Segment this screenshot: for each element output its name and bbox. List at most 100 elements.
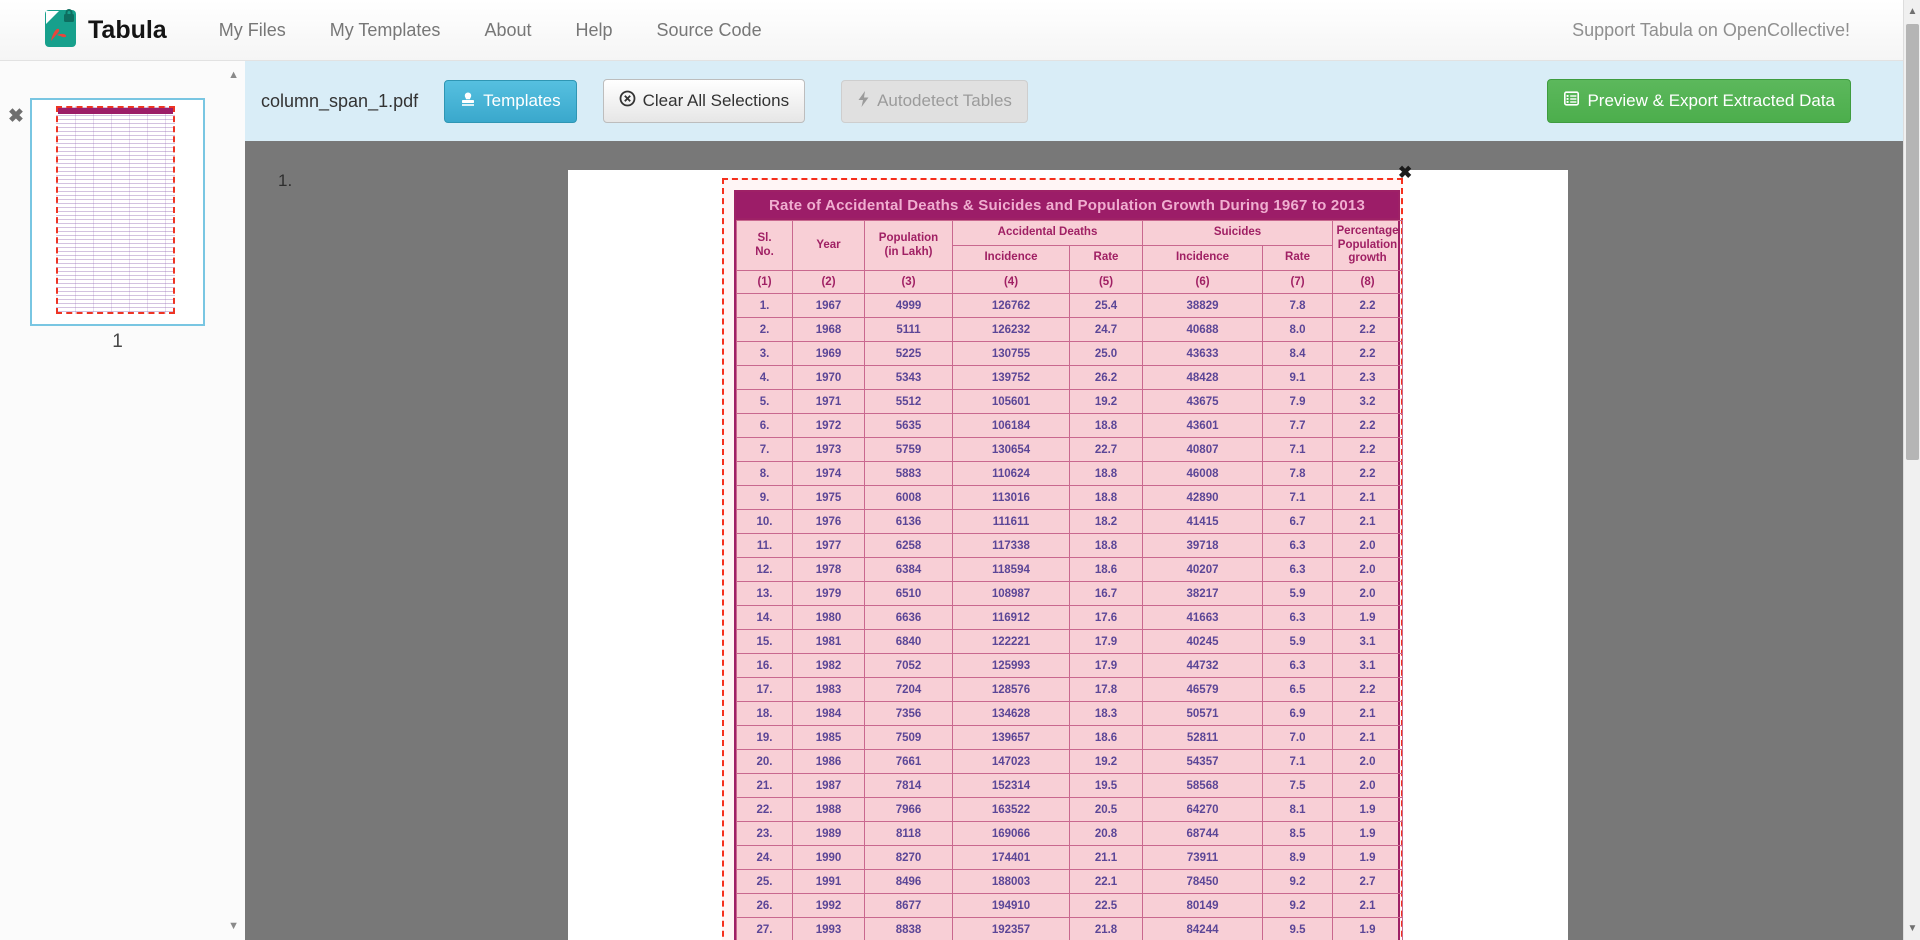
table-row: 8.1974588311062418.8460087.82.2 — [737, 462, 1403, 486]
templates-button-label: Templates — [483, 91, 560, 111]
page-thumbnail[interactable] — [30, 98, 205, 326]
table-cell: 2.3 — [1333, 366, 1403, 390]
column-number-cell: (6) — [1143, 271, 1263, 294]
table-row: 23.1989811816906620.8687448.51.9 — [737, 822, 1403, 846]
table-cell: 19.5 — [1070, 774, 1143, 798]
table-row: 25.1991849618800322.1784509.22.7 — [737, 870, 1403, 894]
window-scrollbar[interactable]: ▲ ▼ — [1903, 0, 1920, 940]
table-row: 16.1982705212599317.9447326.33.1 — [737, 654, 1403, 678]
table-cell: 19.2 — [1070, 390, 1143, 414]
table-cell: 22. — [737, 798, 793, 822]
table-cell: 18.8 — [1070, 486, 1143, 510]
table-cell: 2.1 — [1333, 726, 1403, 750]
scrollbar-up-icon[interactable]: ▲ — [1904, 6, 1920, 17]
lightning-bolt-icon — [857, 91, 870, 112]
table-cell: 3.1 — [1333, 630, 1403, 654]
table-cell: 17.8 — [1070, 678, 1143, 702]
table-cell: 5759 — [865, 438, 953, 462]
table-cell: 125993 — [953, 654, 1070, 678]
table-cell: 8270 — [865, 846, 953, 870]
table-cell: 43633 — [1143, 342, 1263, 366]
table-cell: 7.1 — [1263, 750, 1333, 774]
table-cell: 3. — [737, 342, 793, 366]
table-cell: 8.9 — [1263, 846, 1333, 870]
table-cell: 17.6 — [1070, 606, 1143, 630]
table-cell: 7356 — [865, 702, 953, 726]
table-row: 17.1983720412857617.8465796.52.2 — [737, 678, 1403, 702]
col-header-s-incidence: Incidence — [1143, 246, 1263, 271]
table-row: 15.1981684012222117.9402455.93.1 — [737, 630, 1403, 654]
col-header-percentage-growth: Percentage Population growth — [1333, 221, 1403, 271]
nav-help[interactable]: Help — [553, 20, 634, 41]
table-cell: 17.9 — [1070, 654, 1143, 678]
table-cell: 6136 — [865, 510, 953, 534]
table-cell: 1984 — [793, 702, 865, 726]
tabula-logo[interactable]: Tabula — [44, 8, 167, 53]
table-cell: 7966 — [865, 798, 953, 822]
nav-source-code[interactable]: Source Code — [635, 20, 784, 41]
table-cell: 7661 — [865, 750, 953, 774]
table-cell: 18. — [737, 702, 793, 726]
col-header-sl-no: Sl. No. — [737, 221, 793, 271]
table-cell: 6510 — [865, 582, 953, 606]
table-row: 20.1986766114702319.2543577.12.0 — [737, 750, 1403, 774]
table-row: 14.1980663611691217.6416636.31.9 — [737, 606, 1403, 630]
table-cell: 5343 — [865, 366, 953, 390]
table-cell: 17.9 — [1070, 630, 1143, 654]
table-cell: 4999 — [865, 294, 953, 318]
column-number-cell: (4) — [953, 271, 1070, 294]
templates-button[interactable]: Templates — [444, 80, 576, 123]
table-cell: 2.1 — [1333, 702, 1403, 726]
clear-all-selections-button[interactable]: Clear All Selections — [603, 79, 805, 123]
sidebar-scroll-down-icon[interactable]: ▼ — [228, 920, 239, 932]
table-cell: 7.0 — [1263, 726, 1333, 750]
nav-my-templates[interactable]: My Templates — [308, 20, 463, 41]
pdf-canvas: 1. ✖ Rate of Accidental Deaths & Suicide… — [245, 141, 1903, 940]
table-cell: 2.2 — [1333, 414, 1403, 438]
table-cell: 26.2 — [1070, 366, 1143, 390]
table-cell: 1985 — [793, 726, 865, 750]
table-cell: 13. — [737, 582, 793, 606]
table-cell: 7509 — [865, 726, 953, 750]
table-cell: 39718 — [1143, 534, 1263, 558]
col-header-ad-rate: Rate — [1070, 246, 1143, 271]
autodetect-tables-button[interactable]: Autodetect Tables — [841, 80, 1028, 123]
table-cell: 139657 — [953, 726, 1070, 750]
table-cell: 19. — [737, 726, 793, 750]
table-cell: 5. — [737, 390, 793, 414]
selection-close-icon[interactable]: ✖ — [1398, 163, 1412, 183]
table-cell: 1990 — [793, 846, 865, 870]
table-cell: 7052 — [865, 654, 953, 678]
table-cell: 4. — [737, 366, 793, 390]
table-cell: 18.8 — [1070, 534, 1143, 558]
table-cell: 6008 — [865, 486, 953, 510]
table-cell: 1.9 — [1333, 798, 1403, 822]
table-cell: 1976 — [793, 510, 865, 534]
nav-about[interactable]: About — [462, 20, 553, 41]
table-cell: 42890 — [1143, 486, 1263, 510]
support-link[interactable]: Support Tabula on OpenCollective! — [1572, 20, 1850, 41]
table-row: 18.1984735613462818.3505716.92.1 — [737, 702, 1403, 726]
scrollbar-thumb[interactable] — [1906, 24, 1919, 460]
table-cell: 1.9 — [1333, 918, 1403, 940]
table-cell: 1.9 — [1333, 606, 1403, 630]
remove-page-icon[interactable]: ✖ — [8, 105, 24, 128]
table-cell: 2.2 — [1333, 294, 1403, 318]
pdf-page[interactable]: ✖ Rate of Accidental Deaths & Suicides a… — [568, 170, 1568, 940]
table-cell: 20.5 — [1070, 798, 1143, 822]
preview-export-button[interactable]: Preview & Export Extracted Data — [1547, 79, 1851, 123]
table-cell: 2.2 — [1333, 342, 1403, 366]
table-cell: 24. — [737, 846, 793, 870]
scrollbar-down-icon[interactable]: ▼ — [1904, 923, 1920, 934]
sidebar-scroll-up-icon[interactable]: ▲ — [228, 69, 239, 81]
table-row: 10.1976613611161118.2414156.72.1 — [737, 510, 1403, 534]
table-cell: 9.1 — [1263, 366, 1333, 390]
table-cell: 128576 — [953, 678, 1070, 702]
column-number-cell: (2) — [793, 271, 865, 294]
table-cell: 7.8 — [1263, 294, 1333, 318]
nav-my-files[interactable]: My Files — [197, 20, 308, 41]
table-cell: 117338 — [953, 534, 1070, 558]
table-row: 3.1969522513075525.0436338.42.2 — [737, 342, 1403, 366]
table-cell: 8. — [737, 462, 793, 486]
table-cell: 18.3 — [1070, 702, 1143, 726]
